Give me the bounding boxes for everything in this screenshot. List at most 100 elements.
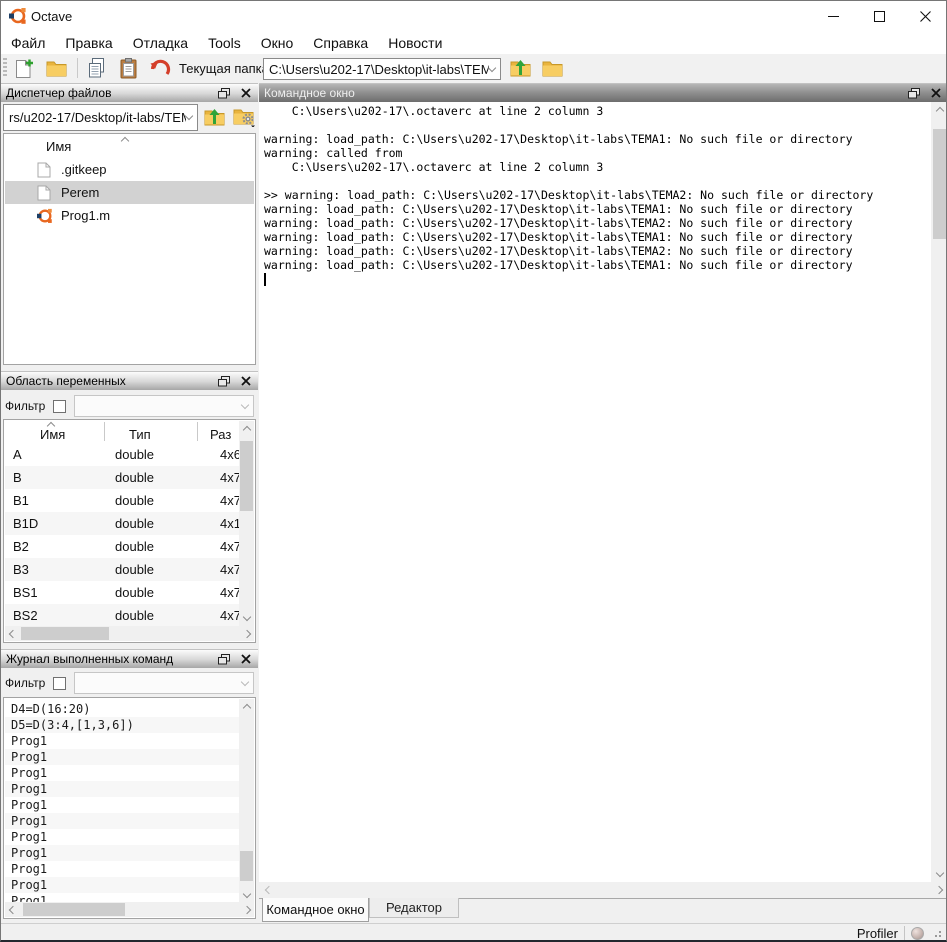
command-window-output[interactable]: C:\Users\u202-17\.octaverc at line 2 col… [259,102,931,882]
history-entry[interactable]: Prog1 [5,813,239,829]
scroll-right-icon[interactable] [242,905,250,913]
copy-icon [87,58,106,78]
history-entry[interactable]: Prog1 [5,845,239,861]
close-icon[interactable] [238,652,253,666]
variable-row[interactable]: B2double4x7 [5,535,241,558]
scrollbar-thumb[interactable] [933,129,946,239]
undock-icon[interactable] [216,374,231,388]
history-entry[interactable]: Prog1 [5,797,239,813]
console-line [264,174,931,188]
profiler-status-icon[interactable] [911,927,924,940]
history-entry[interactable]: Prog1 [5,749,239,765]
command-window-hscrollbar[interactable] [259,882,947,898]
resize-grip[interactable] [932,928,942,938]
octave-logo-icon [9,7,27,25]
file-browser-list[interactable]: Имя .gitkeep Perem Prog1.m [3,133,256,365]
menu-edit[interactable]: Правка [55,35,122,51]
menu-debug[interactable]: Отладка [123,35,198,51]
scroll-up-icon[interactable] [935,107,943,115]
open-file-button[interactable] [43,56,69,80]
history-entry[interactable]: D5=D(3:4,[1,3,6]) [5,717,239,733]
history-vscrollbar[interactable] [239,699,254,903]
copy-button[interactable] [83,56,109,80]
file-browser-actions-button[interactable] [231,105,257,129]
history-titlebar[interactable]: Журнал выполненных команд [1,649,258,668]
workspace-vscrollbar[interactable] [239,421,254,626]
file-row-selected[interactable]: Perem [5,181,254,204]
file-name: .gitkeep [61,162,107,177]
close-icon[interactable] [238,374,253,388]
undock-icon[interactable] [906,86,921,100]
variable-row[interactable]: Adouble4x6 [5,443,241,466]
current-folder-combobox[interactable]: C:\Users\u202-17\Desktop\it-labs\TEMA1 [263,58,501,80]
history-entry[interactable]: Prog1 [5,733,239,749]
variable-row[interactable]: B3double4x7 [5,558,241,581]
close-button[interactable] [902,1,947,31]
new-script-button[interactable] [11,56,37,80]
undock-icon[interactable] [216,652,231,666]
variable-row[interactable]: B1double4x7 [5,489,241,512]
variable-row[interactable]: BS2double4x7 [5,604,241,627]
history-filter-combobox[interactable] [74,672,254,694]
command-window-vscrollbar[interactable] [931,102,947,882]
folder-up-icon [204,108,225,126]
scroll-up-icon[interactable] [242,426,250,434]
menu-file[interactable]: Файл [1,35,55,51]
scrollbar-thumb[interactable] [23,903,125,916]
toolbar-browse-folder-button[interactable] [539,56,565,80]
scroll-down-icon[interactable] [935,869,943,877]
minimize-button[interactable] [810,1,856,31]
scrollbar-thumb[interactable] [240,851,253,881]
workspace-titlebar[interactable]: Область переменных [1,371,258,390]
octave-main-window: Octave Файл Правка Отладка Tools Окно Сп… [0,0,947,942]
scroll-left-icon[interactable] [264,885,272,893]
history-list[interactable]: D4=D(16:20) D5=D(3:4,[1,3,6]) Prog1 Prog… [3,697,256,919]
tab-editor[interactable]: Редактор [369,898,459,918]
scroll-left-icon[interactable] [8,905,16,913]
menu-window[interactable]: Окно [251,35,304,51]
history-entry[interactable]: Prog1 [5,861,239,877]
toolbar-drag-handle[interactable] [3,58,7,78]
file-browser-titlebar[interactable]: Диспетчер файлов [1,83,258,102]
close-icon[interactable] [238,86,253,100]
undo-button[interactable] [147,56,173,80]
toolbar-folder-up-button[interactable] [507,56,533,80]
menu-news[interactable]: Новости [378,35,452,51]
menu-tools[interactable]: Tools [198,35,251,51]
command-window-titlebar[interactable]: Командное окно [259,83,947,102]
file-row[interactable]: Prog1.m [5,204,254,227]
variable-row[interactable]: Bdouble4x7 [5,466,241,489]
scroll-left-icon[interactable] [8,629,16,637]
scrollbar-thumb[interactable] [240,441,253,511]
tab-command-window[interactable]: Командное окно [262,898,369,922]
menu-help[interactable]: Справка [303,35,378,51]
history-entry[interactable]: Prog1 [5,829,239,845]
workspace-filter-checkbox[interactable] [53,400,66,413]
history-entry[interactable]: Prog1 [5,781,239,797]
variable-row[interactable]: B1Ddouble4x1 [5,512,241,535]
workspace-filter-combobox[interactable] [74,395,254,417]
file-row[interactable]: .gitkeep [5,158,254,181]
variable-row[interactable]: BS1double4x7 [5,581,241,604]
scroll-up-icon[interactable] [242,704,250,712]
workspace-hscrollbar[interactable] [5,626,254,641]
scroll-down-icon[interactable] [242,613,250,621]
file-browser-column-header[interactable]: Имя [46,139,71,154]
scroll-right-icon[interactable] [934,885,942,893]
history-entry[interactable]: D4=D(16:20) [5,701,239,717]
undock-icon[interactable] [216,86,231,100]
maximize-button[interactable] [856,1,902,31]
window-titlebar[interactable]: Octave [1,1,946,31]
history-entry[interactable]: Prog1 [5,765,239,781]
file-browser-up-button[interactable] [201,105,227,129]
menu-bar: Файл Правка Отладка Tools Окно Справка Н… [1,31,946,54]
history-entry[interactable]: Prog1 [5,877,239,893]
scroll-down-icon[interactable] [242,890,250,898]
history-hscrollbar[interactable] [5,902,254,917]
file-browser-path-combobox[interactable]: rs/u202-17/Desktop/it-labs/TEMA1 [3,104,198,131]
close-icon[interactable] [928,86,943,100]
scrollbar-thumb[interactable] [21,627,109,640]
paste-button[interactable] [115,56,141,80]
history-filter-checkbox[interactable] [53,677,66,690]
scroll-right-icon[interactable] [242,629,250,637]
